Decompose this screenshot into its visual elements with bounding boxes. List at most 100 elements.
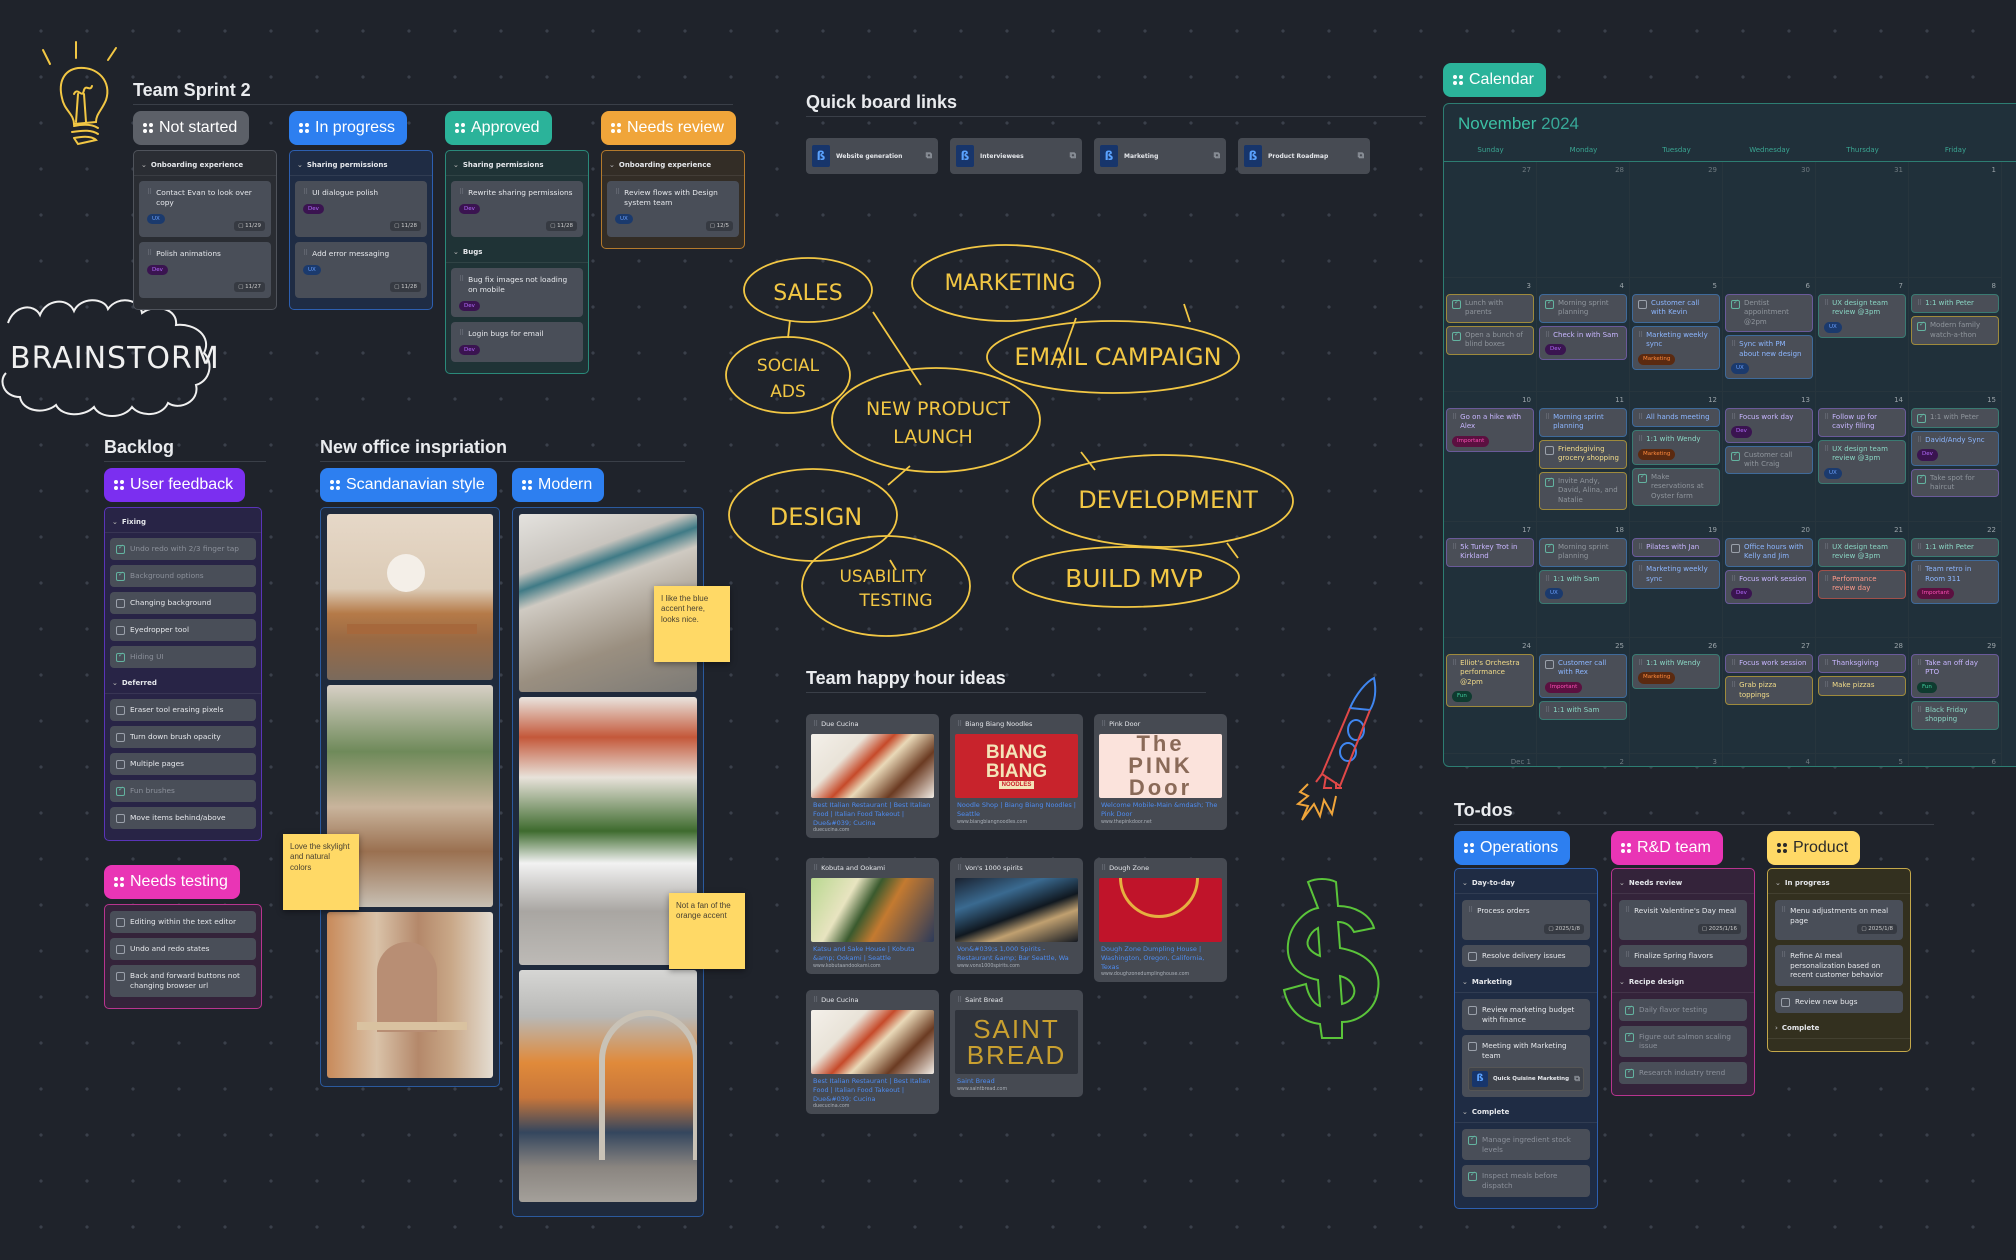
calendar-day-cell[interactable]: 19 ⠿ Pilates with Jan ⠿ Marketing weekly syn… — [1630, 522, 1723, 638]
calendar-day-cell[interactable]: 29 ⠿ Take an off day PTO Fun ⠿ Black Friday s… — [1909, 638, 2002, 754]
checklist-item[interactable]: Undo and redo states — [110, 938, 256, 960]
calendar-day-cell[interactable]: 21 ⠿ UX design team review @3pm ⠿ Performanc… — [1816, 522, 1909, 638]
sprint-column-label[interactable]: Needs review — [601, 111, 736, 145]
calendar-day-cell[interactable]: 14 ⠿ Follow up for cavity filling ⠿ UX desig… — [1816, 392, 1909, 522]
calendar-event[interactable]: Customer call with Craig — [1725, 445, 1813, 475]
drag-handle-icon[interactable]: ⠿ — [1917, 299, 1922, 308]
checkbox[interactable] — [116, 543, 125, 554]
due-date-badge[interactable]: ▢ 2025/1/16 — [1697, 924, 1741, 934]
todo-item[interactable]: Manage ingredient stock levels — [1462, 1128, 1590, 1161]
link-preview-card[interactable]: ⠿ Dough Zone Dough Zone Dumpling House | W… — [1094, 858, 1227, 983]
calendar-event[interactable]: Morning sprint planning — [1539, 294, 1627, 323]
external-link-icon[interactable]: ⧉ — [1214, 151, 1220, 161]
drag-handle-icon[interactable]: ⠿ — [1625, 906, 1630, 915]
calendar-event[interactable]: ⠿ 1:1 with Peter — [1911, 538, 1999, 558]
checkbox[interactable] — [116, 733, 125, 742]
calendar-event[interactable]: ⠿ David/Andy Sync Dev — [1911, 431, 1999, 466]
drag-handle-icon[interactable]: ⠿ — [1731, 340, 1736, 349]
checkbox[interactable] — [1917, 412, 1926, 423]
link-preview-image[interactable] — [811, 734, 934, 798]
checkbox[interactable] — [1468, 1134, 1477, 1145]
drag-handle-icon[interactable]: ⠿ — [1545, 413, 1550, 422]
calendar-event[interactable]: ⠿ Marketing weekly sync — [1632, 560, 1720, 590]
group-header[interactable]: ⌄ Recipe design — [1612, 972, 1754, 993]
drag-handle-icon[interactable]: ⠿ — [1781, 951, 1786, 960]
drag-handle-icon[interactable]: ⠿ — [1731, 413, 1736, 422]
calendar-event[interactable]: ⠿ 5k Turkey Trot in Kirkland — [1446, 538, 1534, 567]
checkbox[interactable] — [1452, 330, 1461, 341]
drag-handle-icon[interactable]: ⠿ — [459, 275, 464, 284]
link-title[interactable]: Dough Zone Dumpling House | Washington, … — [1099, 945, 1222, 971]
drag-handle-icon[interactable]: ⠿ — [1731, 681, 1736, 690]
calendar-day-cell[interactable]: 25 Customer call with Rex Important ⠿ 1:1 wi… — [1537, 638, 1630, 754]
checkbox[interactable] — [116, 785, 125, 796]
chevron-down-icon[interactable]: ⌄ — [453, 161, 459, 169]
checkbox[interactable] — [116, 706, 125, 715]
calendar-day-cell[interactable]: 2 — [1537, 754, 1630, 766]
drag-handle-icon[interactable]: ⠿ — [1917, 706, 1922, 715]
group-header[interactable]: ⌄ Sharing permissions — [446, 155, 588, 176]
drag-handle-icon[interactable]: ⠿ — [303, 249, 308, 258]
calendar-event[interactable]: Morning sprint planning — [1539, 538, 1627, 567]
drag-handle-icon[interactable]: ⠿ — [1638, 543, 1643, 552]
calendar-event[interactable]: Customer call with Rex Important — [1539, 654, 1627, 699]
checklist-item[interactable]: Move items behind/above — [110, 807, 256, 829]
drag-handle-icon[interactable]: ⠿ — [459, 329, 464, 338]
group-header[interactable]: ⌄ Complete — [1455, 1102, 1597, 1123]
drag-handle-icon[interactable]: ⠿ — [1917, 436, 1922, 445]
drag-handle-icon[interactable]: ⠿ — [957, 720, 962, 728]
calendar-event[interactable]: ⠿ Make pizzas — [1818, 676, 1906, 696]
drag-handle-icon[interactable]: ⠿ — [957, 996, 962, 1004]
group-header[interactable]: ⌄ Marketing — [1455, 972, 1597, 993]
calendar-event[interactable]: Open a bunch of blind boxes — [1446, 325, 1534, 355]
drag-handle-icon[interactable]: ⠿ — [1781, 906, 1786, 915]
todo-item[interactable]: Inspect meals before dispatch — [1462, 1165, 1590, 1197]
calendar-event[interactable]: ⠿ UX design team review @3pm — [1818, 538, 1906, 567]
drag-handle-icon[interactable]: ⠿ — [1917, 543, 1922, 552]
group-header[interactable]: ⌄ Onboarding experience — [602, 155, 744, 176]
scandi-dining-photo[interactable] — [327, 514, 493, 680]
group-header[interactable]: ⌄ Onboarding experience — [134, 155, 276, 176]
calendar-event[interactable]: Dentist appointment @2pm — [1725, 294, 1813, 333]
calendar-day-cell[interactable]: 29 — [1630, 162, 1723, 278]
checkbox[interactable] — [1781, 998, 1790, 1008]
drag-handle-icon[interactable]: ⠿ — [459, 188, 464, 197]
checkbox[interactable] — [116, 651, 125, 662]
group-header[interactable]: ⌄ Needs review — [1612, 873, 1754, 894]
user-feedback-column-label[interactable]: User feedback — [104, 468, 246, 502]
link-preview-card[interactable]: ⠿ Pink Door The PINK Door Welcome Mobile-Main… — [1094, 714, 1227, 830]
drag-handle-icon[interactable]: ⠿ — [1545, 331, 1550, 340]
checklist-item[interactable]: Back and forward buttons not changing br… — [110, 965, 256, 997]
calendar-event[interactable]: ⠿ Focus work session Dev — [1725, 569, 1813, 605]
calendar-day-cell[interactable]: 6 — [1909, 754, 2002, 766]
calendar-day-cell[interactable]: 28 — [1537, 162, 1630, 278]
due-date-badge[interactable]: ▢ 12/5 — [705, 221, 733, 231]
checkbox[interactable] — [1731, 450, 1740, 461]
due-date-badge[interactable]: ▢ 11/28 — [546, 221, 577, 231]
link-preview-card[interactable]: ⠿ Saint Bread SAINT BREAD Saint Bread www.sai… — [950, 990, 1083, 1097]
drag-handle-icon[interactable]: ⠿ — [1452, 543, 1457, 552]
drag-handle-icon[interactable]: ⠿ — [1625, 951, 1630, 960]
calendar-day-cell[interactable]: 6 Dentist appointment @2pm ⠿Sync with PM a… — [1723, 278, 1816, 392]
due-date-badge[interactable]: ▢ 11/28 — [390, 282, 421, 292]
drag-handle-icon[interactable]: ⠿ — [1731, 659, 1736, 668]
drag-handle-icon[interactable]: ⠿ — [1824, 445, 1829, 454]
link-preview-image[interactable] — [955, 878, 1078, 942]
drag-handle-icon[interactable]: ⠿ — [1731, 575, 1736, 584]
todo-item[interactable]: Daily flavor testing — [1619, 998, 1747, 1021]
group-header[interactable]: ⌄ Sharing permissions — [290, 155, 432, 176]
drag-handle-icon[interactable]: ⠿ — [1638, 435, 1643, 444]
chevron-down-icon[interactable]: ⌄ — [297, 161, 303, 169]
todo-column-label[interactable]: R&D team — [1611, 831, 1723, 865]
calendar-event[interactable]: ⠿ Check in with Sam Dev — [1539, 325, 1627, 361]
due-date-badge[interactable]: ▢ 11/27 — [234, 282, 265, 292]
calendar-day-cell[interactable]: 3 Lunch with parents Open a bunch of blind… — [1444, 278, 1537, 392]
calendar-day-cell[interactable]: 11 ⠿ Morning sprint planning Friendsgiving … — [1537, 392, 1630, 522]
checkbox[interactable] — [1545, 298, 1554, 309]
calendar-day-cell[interactable]: 4 — [1723, 754, 1816, 766]
calendar-event[interactable]: Lunch with parents — [1446, 294, 1534, 323]
drag-handle-icon[interactable]: ⠿ — [1545, 575, 1550, 584]
chevron-down-icon[interactable]: ⌄ — [141, 161, 147, 169]
calendar-day-cell[interactable]: 27 — [1444, 162, 1537, 278]
drag-handle-icon[interactable]: ⠿ — [1824, 659, 1829, 668]
